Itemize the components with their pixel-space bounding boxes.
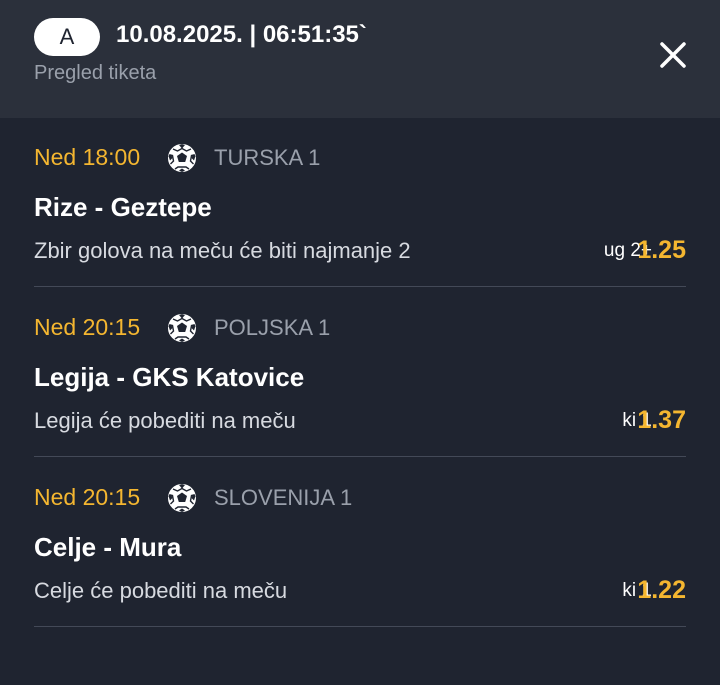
match-odd: 1.22 [637, 576, 686, 604]
divider [34, 286, 686, 287]
match-time: Ned 20:15 [34, 314, 141, 340]
match-league: SLOVENIJA 1 [214, 485, 353, 510]
match-odd: 1.25 [637, 236, 686, 264]
close-icon [660, 42, 686, 68]
match-time: Ned 18:00 [34, 144, 141, 170]
divider [34, 626, 686, 627]
match-league: TURSKA 1 [214, 145, 321, 170]
match-item[interactable]: Ned 20:15 SLOVENIJA 1 Celje - Mura Celje… [2, 458, 718, 628]
match-bet-description: Celje će pobediti na meču [34, 578, 288, 603]
match-teams: Celje - Mura [34, 532, 182, 562]
ticket-header: A 10.08.2025. | 06:51:35` Pregled tiketa [0, 0, 720, 118]
ticket-matches-list: Ned 18:00 TURSKA 1 Rize - Geztepe Zbir g… [2, 118, 718, 685]
match-bet-description: Legija će pobediti na meču [34, 408, 296, 433]
match-item[interactable]: Ned 18:00 TURSKA 1 Rize - Geztepe Zbir g… [2, 118, 718, 288]
ticket-type-badge: A [34, 18, 100, 56]
match-bet-description: Zbir golova na meču će biti najmanje 2 [34, 238, 411, 263]
match-league: POLJSKA 1 [214, 315, 331, 340]
divider [34, 456, 686, 457]
soccer-ball-icon [167, 483, 197, 513]
match-odd: 1.37 [637, 406, 686, 434]
match-teams: Rize - Geztepe [34, 192, 212, 222]
match-teams: Legija - GKS Katovice [34, 362, 305, 392]
close-button[interactable] [656, 38, 690, 72]
soccer-ball-icon [167, 143, 197, 173]
page-title: Pregled tiketa [34, 62, 157, 84]
ticket-datetime: 10.08.2025. | 06:51:35` [116, 21, 367, 48]
soccer-ball-icon [167, 313, 197, 343]
match-time: Ned 20:15 [34, 484, 141, 510]
match-item[interactable]: Ned 20:15 POLJSKA 1 Legija - GKS Katovic… [2, 288, 718, 458]
